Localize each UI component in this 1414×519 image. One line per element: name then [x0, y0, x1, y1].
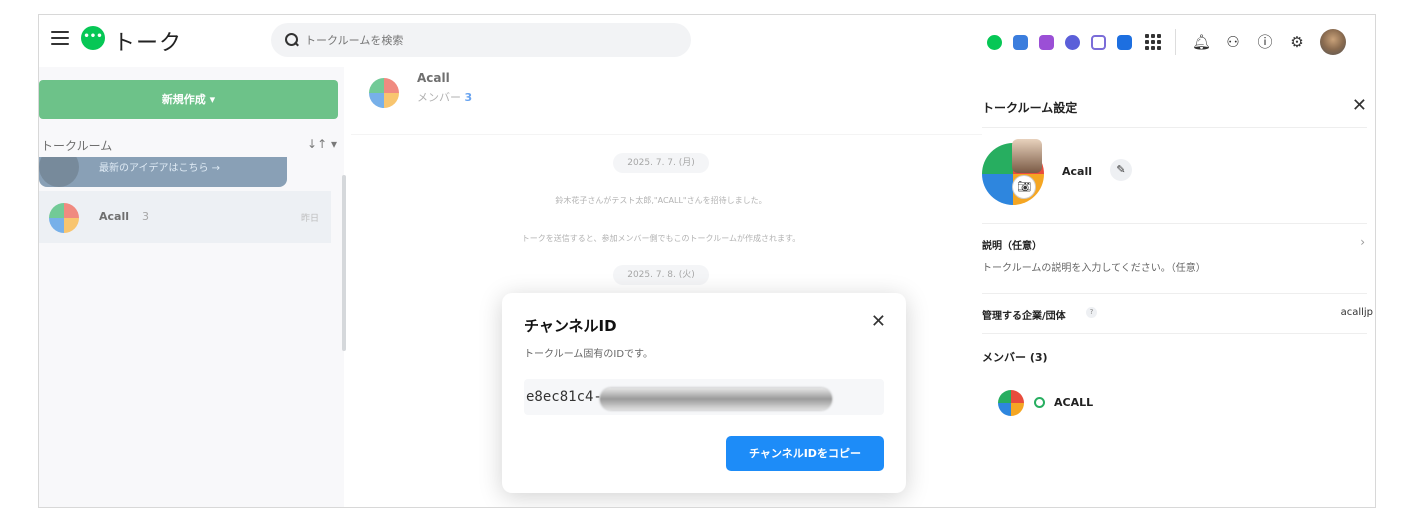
contacts-app-icon[interactable]	[1117, 34, 1132, 50]
member-status-icon	[1034, 397, 1045, 408]
search-input[interactable]	[305, 33, 665, 47]
org-chart-icon[interactable]: ⚇	[1224, 33, 1242, 51]
user-avatar[interactable]	[1320, 29, 1346, 55]
org-value: acalljp	[1340, 307, 1373, 318]
divider	[982, 223, 1367, 224]
notes-app-icon[interactable]	[1039, 34, 1054, 50]
calendar-app-icon[interactable]	[1013, 34, 1028, 50]
settings-room-name: Acall	[1062, 165, 1092, 178]
dialog-title: チャンネルID	[524, 317, 617, 335]
channel-id-text: e8ec81c4-	[526, 389, 602, 405]
gear-icon[interactable]: ⚙	[1288, 33, 1306, 51]
room-settings-panel: トークルーム設定 ✕ 📷︎ Acall ✎ 説明（任意） › トークルームの説明…	[982, 83, 1375, 507]
toolbar-divider	[1175, 29, 1176, 55]
divider	[982, 127, 1367, 128]
help-icon[interactable]: ⓘ	[1256, 33, 1274, 51]
dialog-subtitle: トークルーム固有のIDです。	[524, 349, 654, 360]
search-icon	[285, 33, 299, 47]
chevron-right-icon[interactable]: ›	[1360, 235, 1365, 249]
copy-channel-id-button[interactable]: チャンネルIDをコピー	[726, 436, 884, 471]
bell-icon[interactable]: 🔔︎	[1192, 33, 1211, 51]
app-window: ••• トーク 🔔︎ ⚇ ⓘ ⚙ 新規作成 ▾ トークルーム ↓↑ ▾	[38, 14, 1376, 508]
close-icon[interactable]: ✕	[1352, 95, 1367, 116]
member-avatar	[998, 390, 1024, 416]
settings-title: トークルーム設定	[982, 101, 1078, 115]
redaction-blur	[600, 388, 832, 410]
member-name[interactable]: ACALL	[1054, 396, 1093, 409]
close-icon[interactable]: ✕	[871, 311, 886, 332]
description-field[interactable]: トークルームの説明を入力してください。（任意）	[982, 259, 1206, 274]
member-photo	[1012, 139, 1042, 173]
search-bar[interactable]	[271, 23, 691, 57]
info-icon[interactable]: ?	[1086, 307, 1097, 318]
description-label: 説明（任意）	[982, 241, 1042, 252]
survey-app-icon[interactable]	[1065, 34, 1080, 50]
members-label: メンバー (3)	[982, 351, 1048, 364]
edit-pencil-icon[interactable]: ✎	[1110, 159, 1132, 181]
line-chat-app-icon[interactable]	[987, 34, 1002, 50]
channel-id-dialog: チャンネルID ✕ トークルーム固有のIDです。 e8ec81c4- チャンネル…	[502, 293, 906, 493]
app-title: トーク	[113, 31, 183, 56]
app-launcher-bar: 🔔︎ ⚇ ⓘ ⚙	[987, 29, 1346, 55]
divider	[982, 333, 1367, 334]
camera-icon[interactable]: 📷︎	[1012, 175, 1036, 199]
line-chat-logo-icon: •••	[81, 26, 105, 50]
channel-id-field[interactable]: e8ec81c4-	[524, 379, 884, 415]
top-bar: ••• トーク 🔔︎ ⚇ ⓘ ⚙	[39, 15, 1375, 67]
form-app-icon[interactable]	[1091, 34, 1106, 50]
org-label: 管理する企業/団体	[982, 311, 1066, 322]
app-grid-icon[interactable]	[1145, 34, 1161, 50]
divider	[982, 293, 1367, 294]
hamburger-menu-icon[interactable]	[51, 31, 69, 45]
